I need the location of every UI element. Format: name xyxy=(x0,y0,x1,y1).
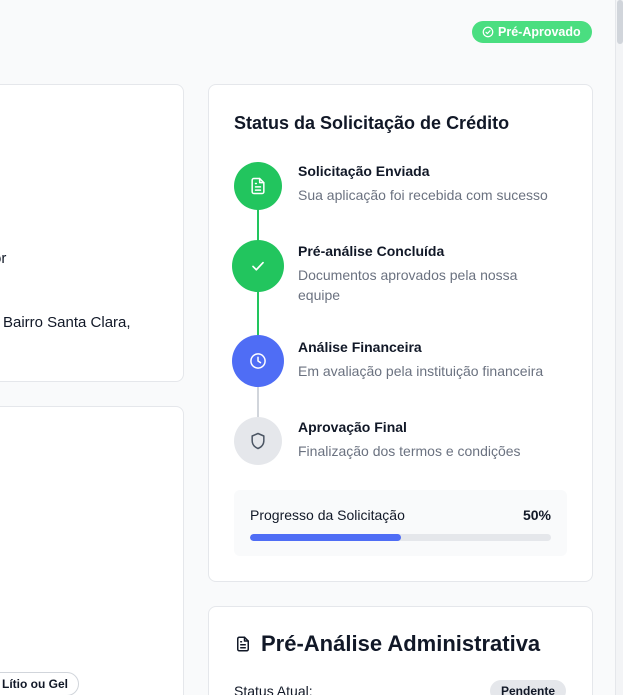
credit-status-card: Status da Solicitação de Crédito Solicit… xyxy=(208,84,593,582)
step-1-description: Sua aplicação foi recebida com sucesso xyxy=(298,187,548,203)
check-icon xyxy=(252,261,264,271)
status-card-title: Status da Solicitação de Crédito xyxy=(234,113,510,133)
step-3-title: Análise Financeira xyxy=(298,339,422,355)
admin-card-title-text: Pré-Análise Administrativa xyxy=(261,631,541,656)
step-1-title: Solicitação Enviada xyxy=(298,163,430,179)
info-text-fragment: or xyxy=(0,250,7,267)
step-2-description: Documentos aprovados pela nossa equipe xyxy=(298,267,518,303)
step-4-title: Aprovação Final xyxy=(298,419,407,435)
current-status-label: Status Atual: xyxy=(234,683,313,695)
check-circle-icon xyxy=(482,26,494,38)
document-icon xyxy=(251,177,265,195)
step-2-title: Pré-análise Concluída xyxy=(298,243,445,259)
progress-track xyxy=(250,534,551,541)
page-scrollbar[interactable] xyxy=(615,0,623,695)
file-text-icon xyxy=(237,636,249,652)
progress-label: Progresso da Solicitação xyxy=(250,507,405,523)
admin-card-title: Pré-Análise Administrativa xyxy=(234,631,540,657)
request-progress: Progresso da Solicitação 50% xyxy=(234,490,567,556)
step-1-indicator xyxy=(234,162,282,210)
timeline-connector xyxy=(257,385,259,417)
step-4-description: Finalização dos termos e condições xyxy=(298,443,521,459)
progress-fill xyxy=(250,534,401,541)
status-badge: Pendente xyxy=(490,680,567,695)
info-card: or Bairro Santa Clara, xyxy=(0,84,184,382)
step-3-indicator xyxy=(232,335,284,387)
pre-approved-badge: Pré-Aprovado xyxy=(472,21,592,43)
shield-icon xyxy=(251,432,265,450)
admin-preanalysis-card: Pré-Análise Administrativa Status Atual:… xyxy=(208,606,593,695)
details-card xyxy=(0,406,184,695)
battery-type-label: Lítio ou Gel xyxy=(2,677,68,691)
pre-approved-label: Pré-Aprovado xyxy=(498,25,581,39)
scrollbar-thumb[interactable] xyxy=(617,0,623,44)
step-3-description: Em avaliação pela instituição financeira xyxy=(298,363,544,379)
battery-type-chip: Lítio ou Gel xyxy=(0,672,79,695)
address-text-fragment: Bairro Santa Clara, xyxy=(3,314,131,331)
progress-percent: 50% xyxy=(522,507,551,523)
clock-icon xyxy=(250,353,266,369)
step-4-indicator xyxy=(234,417,282,465)
timeline-connector xyxy=(257,291,259,337)
step-2-indicator xyxy=(232,240,284,292)
timeline-connector xyxy=(257,209,259,241)
